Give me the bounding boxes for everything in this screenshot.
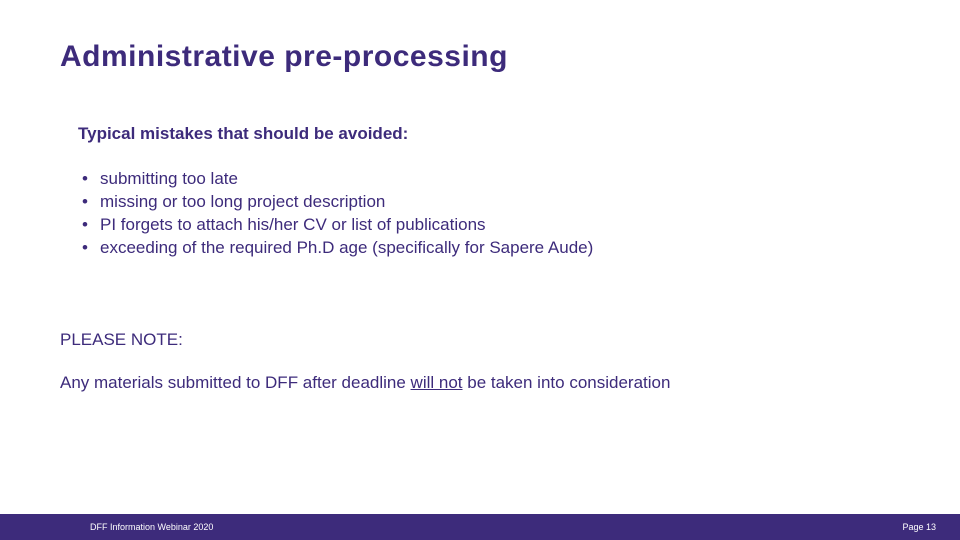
note-text-after: be taken into consideration bbox=[463, 373, 671, 392]
slide-title: Administrative pre-processing bbox=[60, 40, 900, 74]
slide: Administrative pre-processing Typical mi… bbox=[0, 0, 960, 540]
note-text-underlined: will not bbox=[411, 373, 463, 392]
note-text: Any materials submitted to DFF after dea… bbox=[60, 372, 820, 395]
list-item: submitting too late bbox=[78, 168, 900, 191]
footer: DFF Information Webinar 2020 Page 13 bbox=[0, 514, 960, 540]
footer-right: Page 13 bbox=[902, 522, 936, 532]
subheading: Typical mistakes that should be avoided: bbox=[78, 124, 900, 144]
bullet-list: submitting too late missing or too long … bbox=[78, 168, 900, 260]
list-item: PI forgets to attach his/her CV or list … bbox=[78, 214, 900, 237]
list-item: missing or too long project description bbox=[78, 191, 900, 214]
list-item: exceeding of the required Ph.D age (spec… bbox=[78, 237, 900, 260]
footer-left: DFF Information Webinar 2020 bbox=[90, 522, 213, 532]
note-text-before: Any materials submitted to DFF after dea… bbox=[60, 373, 411, 392]
note-label: PLEASE NOTE: bbox=[60, 330, 900, 350]
